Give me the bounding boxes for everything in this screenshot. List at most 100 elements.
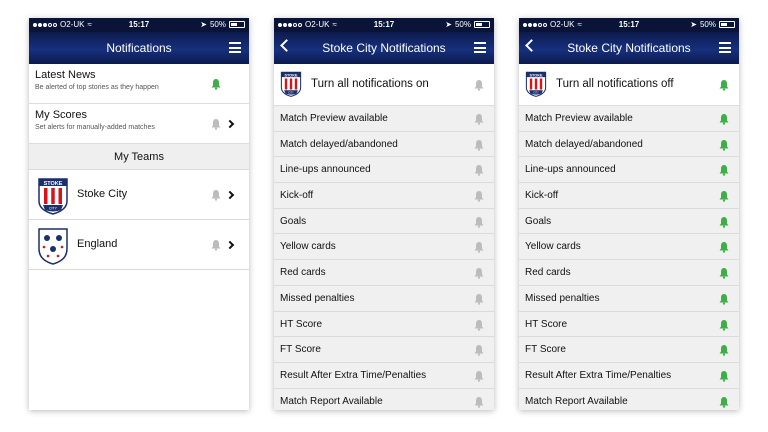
bell-icon[interactable] xyxy=(718,216,730,228)
bell-icon[interactable] xyxy=(473,319,485,331)
bell-icon[interactable] xyxy=(473,190,485,202)
toggle-all-row[interactable]: STOKE CITY Turn all notifications on xyxy=(274,64,494,106)
notification-option-row[interactable]: Match Preview available xyxy=(519,106,739,132)
stoke-city-crest: STOKE CITY xyxy=(38,178,68,215)
bell-icon[interactable] xyxy=(718,241,730,254)
nav-bar: Stoke City Notifications xyxy=(519,32,739,64)
bell-icon[interactable] xyxy=(718,139,730,151)
menu-icon[interactable] xyxy=(474,42,486,53)
notification-option-row[interactable]: Yellow cards xyxy=(519,234,739,261)
option-label: Match delayed/abandoned xyxy=(280,138,398,150)
bell-icon[interactable] xyxy=(473,164,485,177)
notification-option-row[interactable]: Result After Extra Time/Penalties xyxy=(519,362,739,389)
bell-icon[interactable] xyxy=(718,113,730,125)
bell-icon[interactable] xyxy=(473,370,485,382)
option-label: Yellow cards xyxy=(280,241,336,253)
notification-option-row[interactable]: Red cards xyxy=(519,260,739,286)
bell-icon[interactable] xyxy=(210,189,222,201)
team-name: England xyxy=(77,238,118,250)
notification-option-row[interactable]: Yellow cards xyxy=(274,234,494,261)
bell-icon[interactable] xyxy=(718,344,730,356)
option-label: Missed penalties xyxy=(280,292,355,304)
battery-icon xyxy=(719,21,735,28)
bell-icon[interactable] xyxy=(718,190,730,202)
bell-icon[interactable] xyxy=(473,139,485,151)
option-label: Missed penalties xyxy=(525,292,600,304)
option-label: Red cards xyxy=(525,267,571,279)
bell-icon[interactable] xyxy=(210,78,222,90)
menu-icon[interactable] xyxy=(719,42,731,53)
row-subtitle: Set alerts for manually-added matches xyxy=(35,124,155,131)
option-label: HT Score xyxy=(280,318,323,330)
option-label: Match Preview available xyxy=(280,113,388,124)
option-label: Line-ups announced xyxy=(280,164,371,176)
notification-option-row[interactable]: Missed penalties xyxy=(519,285,739,312)
notification-option-row[interactable]: Goals xyxy=(519,208,739,235)
chevron-right-icon xyxy=(225,119,235,129)
notification-option-row[interactable]: Match Report Available xyxy=(274,388,494,410)
bell-icon[interactable] xyxy=(210,239,222,251)
notification-option-row[interactable]: Line-ups announced xyxy=(519,157,739,184)
stoke-city-crest: STOKE CITY xyxy=(525,71,547,97)
option-label: HT Score xyxy=(525,318,568,330)
bell-icon[interactable] xyxy=(210,118,222,130)
notification-option-row[interactable]: Line-ups announced xyxy=(274,157,494,184)
notification-option-row[interactable]: Kick-off xyxy=(519,183,739,209)
crest-text-top: STOKE xyxy=(44,181,63,187)
team-row-england[interactable]: England xyxy=(29,220,249,270)
location-icon: ➤ xyxy=(200,20,207,29)
crest-text-bottom: CITY xyxy=(49,207,58,211)
bell-icon[interactable] xyxy=(718,293,730,305)
notification-option-row[interactable]: Kick-off xyxy=(274,183,494,209)
option-label: Line-ups announced xyxy=(525,164,616,176)
team-row-stoke-city[interactable]: STOKE CITY Stoke City xyxy=(29,170,249,220)
battery-icon xyxy=(474,21,490,28)
bell-icon[interactable] xyxy=(473,241,485,254)
bell-icon[interactable] xyxy=(473,113,485,125)
notification-option-row[interactable]: Red cards xyxy=(274,260,494,286)
battery-fill xyxy=(721,23,727,26)
location-icon: ➤ xyxy=(445,20,452,29)
option-label: Match Report Available xyxy=(525,395,628,407)
bell-icon[interactable] xyxy=(718,370,730,382)
bell-icon[interactable] xyxy=(473,396,485,408)
my-scores-row[interactable]: My Scores Set alerts for manually-added … xyxy=(29,104,249,144)
notification-option-row[interactable]: Match Preview available xyxy=(274,106,494,132)
option-label: Result After Extra Time/Penalties xyxy=(525,369,672,381)
notification-option-row[interactable]: Goals xyxy=(274,208,494,235)
bell-icon[interactable] xyxy=(718,267,730,279)
option-label: FT Score xyxy=(280,344,321,356)
nav-bar: Stoke City Notifications xyxy=(274,32,494,64)
notification-option-row[interactable]: FT Score xyxy=(519,337,739,363)
toggle-all-row[interactable]: STOKE CITY Turn all notifications off xyxy=(519,64,739,106)
notification-option-list: Match Preview available Match delayed/aba… xyxy=(274,106,494,410)
bell-icon[interactable] xyxy=(718,319,730,331)
option-label: Yellow cards xyxy=(525,241,581,253)
battery-fill xyxy=(231,23,237,26)
bell-icon[interactable] xyxy=(718,79,730,91)
toggle-all-label: Turn all notifications off xyxy=(556,78,674,90)
stoke-city-crest: STOKE CITY xyxy=(280,71,302,97)
battery-fill xyxy=(476,23,482,26)
notification-option-row[interactable]: Missed penalties xyxy=(274,285,494,312)
notification-option-row[interactable]: Result After Extra Time/Penalties xyxy=(274,362,494,389)
notification-option-row[interactable]: Match delayed/abandoned xyxy=(274,131,494,158)
notification-option-row[interactable]: HT Score xyxy=(519,311,739,338)
notification-option-row[interactable]: Match Report Available xyxy=(519,388,739,410)
latest-news-row[interactable]: Latest News Be alerted of top stories as… xyxy=(29,64,249,104)
bell-icon[interactable] xyxy=(718,164,730,177)
option-label: Match Preview available xyxy=(525,113,633,124)
page-title: Stoke City Notifications xyxy=(322,41,446,55)
section-header: My Teams xyxy=(29,144,249,170)
notification-option-row[interactable]: HT Score xyxy=(274,311,494,338)
bell-icon[interactable] xyxy=(473,216,485,228)
bell-icon[interactable] xyxy=(473,293,485,305)
notification-option-row[interactable]: Match delayed/abandoned xyxy=(519,131,739,158)
bell-icon[interactable] xyxy=(718,396,730,408)
bell-icon[interactable] xyxy=(473,344,485,356)
bell-icon[interactable] xyxy=(473,267,485,279)
bell-icon[interactable] xyxy=(473,79,485,91)
toggle-all-label: Turn all notifications on xyxy=(311,78,429,90)
menu-icon[interactable] xyxy=(229,42,241,53)
notification-option-row[interactable]: FT Score xyxy=(274,337,494,363)
